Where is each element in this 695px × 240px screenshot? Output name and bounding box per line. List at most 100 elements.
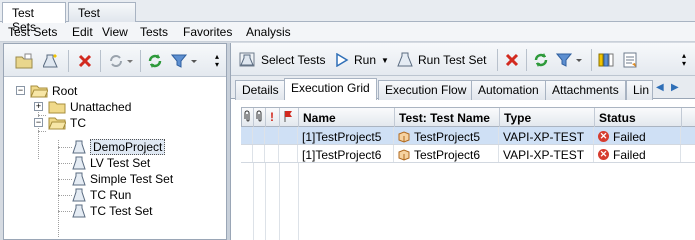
tab-linked[interactable]: Lin: [626, 80, 653, 100]
vapi-test-icon: [398, 148, 410, 161]
select-tests-icon: [239, 52, 255, 67]
tree-label-demoproject: DemoProject: [90, 139, 166, 155]
refresh-icon[interactable]: [146, 52, 164, 70]
grid-empty-area: [241, 163, 695, 240]
menu-edit[interactable]: Edit: [72, 25, 93, 39]
remove-test-icon[interactable]: [503, 51, 521, 69]
cell-test-name: TestProject5: [394, 127, 499, 144]
menu-tests[interactable]: Tests: [140, 25, 168, 39]
tab-automation[interactable]: Automation: [471, 80, 546, 100]
unattached-expand-toggle[interactable]: +: [34, 102, 43, 111]
test-set-icon: [72, 172, 86, 186]
tree-node-root[interactable]: Root: [30, 83, 77, 99]
tab-test-runs[interactable]: Test Runs: [68, 2, 136, 34]
toolbar-overflow-icon[interactable]: ▴ ▾: [212, 50, 222, 72]
tree-node-tc-test-set[interactable]: TC Test Set: [72, 203, 152, 219]
flag-column-icon[interactable]: [280, 108, 299, 127]
run-test-set-button[interactable]: Run Test Set: [397, 50, 493, 70]
tree-label-tc-run: TC Run: [90, 188, 132, 202]
test-set-icon: [72, 188, 86, 202]
tree-label-lv-test-set: LV Test Set: [90, 156, 151, 170]
priority-column-icon[interactable]: !: [266, 108, 280, 127]
open-folder-icon: [30, 85, 48, 98]
menu-view[interactable]: View: [102, 25, 128, 39]
run-dropdown-icon[interactable]: ▼: [381, 56, 389, 65]
cycle-icon[interactable]: [107, 52, 135, 70]
tree-node-lv-test-set[interactable]: LV Test Set: [72, 155, 150, 171]
cell-type: VAPI-XP-TEST: [499, 145, 594, 162]
tree-node-tc-run[interactable]: TC Run: [72, 187, 131, 203]
column-name[interactable]: Name: [299, 108, 395, 127]
run-test-set-label: Run Test Set: [418, 53, 487, 67]
tab-attachments[interactable]: Attachments: [545, 80, 626, 100]
cell-name: [1]TestProject5: [298, 127, 394, 144]
cell-status-label: Failed: [613, 129, 646, 144]
test-set-icon: [72, 156, 86, 170]
refresh-icon[interactable]: [532, 51, 550, 69]
filter-icon[interactable]: [555, 51, 585, 69]
toolbar-overflow-icon[interactable]: ▴ ▾: [679, 49, 689, 71]
test-set-icon: [72, 140, 86, 154]
module-tabs: Test Sets Test Runs: [0, 0, 695, 34]
new-test-set-icon[interactable]: [42, 52, 62, 70]
cell-status-label: Failed: [613, 147, 646, 162]
test-set-tree-pane: ▴ ▾ − Root + Unattached − TC DemoProject…: [3, 43, 227, 240]
test-set-tree: − Root + Unattached − TC DemoProject LV …: [4, 78, 226, 239]
new-folder-icon[interactable]: [14, 52, 34, 70]
root-collapse-toggle[interactable]: −: [16, 86, 25, 95]
tree-label-unattached: Unattached: [70, 100, 132, 114]
open-folder-icon: [48, 117, 66, 130]
failed-status-icon: ✕: [598, 149, 609, 160]
folder-icon: [48, 101, 66, 114]
select-tests-button[interactable]: Select Tests: [239, 50, 331, 70]
cell-status: ✕ Failed: [594, 145, 681, 162]
failed-status-icon: ✕: [598, 131, 609, 142]
details-toolbar: Select Tests Run ▼ Run Test Set ▴ ▾: [231, 43, 695, 76]
column-chooser-icon[interactable]: [597, 51, 615, 69]
menu-analysis[interactable]: Analysis: [246, 25, 291, 39]
tree-label-tc-test-set: TC Test Set: [90, 204, 153, 218]
run-test-set-icon: [397, 52, 413, 67]
menu-bar: Test Sets Edit View Tests Favorites Anal…: [0, 22, 695, 42]
test-set-details-pane: Select Tests Run ▼ Run Test Set ▴ ▾ Deta…: [230, 43, 695, 240]
cell-test-name-label: TestProject5: [414, 129, 481, 144]
tree-node-tc[interactable]: TC: [48, 115, 86, 131]
tc-collapse-toggle[interactable]: −: [34, 118, 43, 127]
tree-node-unattached[interactable]: Unattached: [48, 99, 131, 115]
grid-header: ! Name Test: Test Name Type Status: [241, 107, 695, 127]
table-row[interactable]: [1]TestProject5 TestProject5 VAPI-XP-TES…: [241, 127, 695, 145]
run-button[interactable]: Run ▼: [335, 50, 393, 70]
tab-test-sets[interactable]: Test Sets: [2, 2, 66, 34]
cell-test-name: TestProject6: [394, 145, 499, 162]
column-type[interactable]: Type: [500, 108, 595, 127]
comments-icon[interactable]: [621, 51, 639, 69]
tree-label-tc: TC: [70, 116, 86, 130]
cell-type: VAPI-XP-TEST: [499, 127, 594, 144]
vapi-test-icon: [398, 130, 410, 143]
tab-execution-grid[interactable]: Execution Grid: [284, 78, 377, 100]
run-icon: [336, 53, 349, 67]
tab-scroll-right-icon[interactable]: ▶: [671, 82, 679, 93]
tab-scroll-left-icon[interactable]: ◀: [656, 82, 664, 93]
tree-label-root: Root: [52, 84, 78, 98]
details-tabs: Details Execution Grid Execution Flow Au…: [231, 76, 695, 100]
select-tests-label: Select Tests: [261, 53, 326, 67]
menu-favorites[interactable]: Favorites: [183, 25, 232, 39]
test-set-icon: [72, 204, 86, 218]
tree-label-simple-test-set: Simple Test Set: [90, 172, 174, 186]
column-status[interactable]: Status: [595, 108, 682, 127]
delete-icon[interactable]: [76, 52, 94, 70]
run-label: Run: [354, 53, 377, 67]
cell-status: ✕ Failed: [594, 127, 681, 144]
link-column-icon[interactable]: [254, 108, 266, 127]
tab-execution-flow[interactable]: Execution Flow: [378, 80, 474, 100]
column-test-name[interactable]: Test: Test Name: [395, 108, 500, 127]
tree-node-demoproject[interactable]: DemoProject: [72, 139, 166, 155]
filter-icon[interactable]: [170, 52, 200, 70]
tree-toolbar: ▴ ▾: [4, 44, 226, 77]
cell-name: [1]TestProject6: [298, 145, 394, 162]
table-row[interactable]: [1]TestProject6 TestProject6 VAPI-XP-TES…: [241, 145, 695, 163]
tree-node-simple-test-set[interactable]: Simple Test Set: [72, 171, 173, 187]
tab-details[interactable]: Details: [235, 80, 286, 100]
attachment-column-icon[interactable]: [242, 108, 254, 127]
